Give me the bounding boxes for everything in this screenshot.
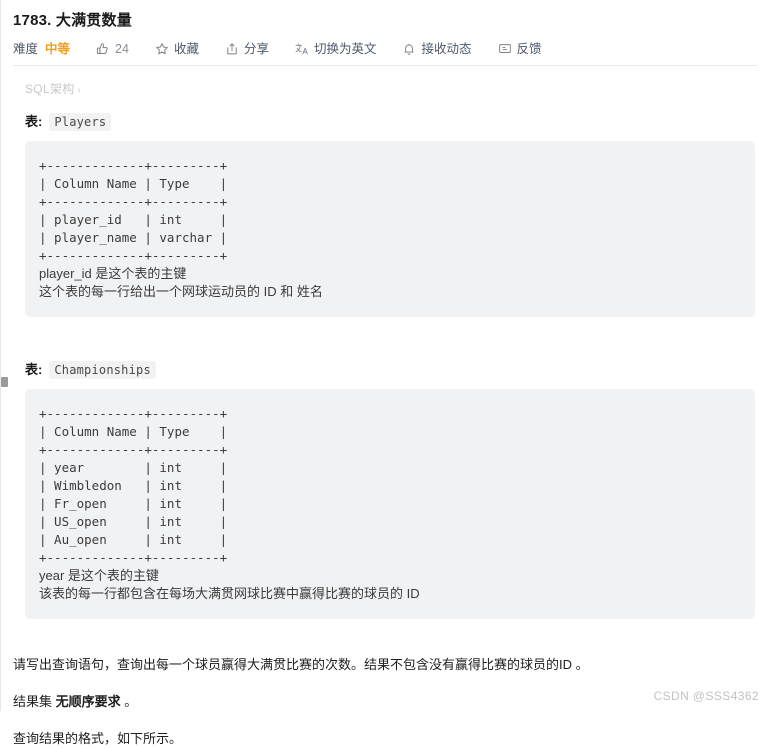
share-icon <box>225 42 239 56</box>
championships-note-1: year 是这个表的主键 <box>39 568 159 583</box>
description-paragraph-3: 查询结果的格式，如下所示。 <box>13 731 183 746</box>
feedback-button[interactable]: 反馈 <box>498 41 542 57</box>
subscribe-label: 接收动态 <box>421 41 472 56</box>
bell-icon <box>402 42 416 56</box>
difficulty-indicator: 难度 中等 <box>13 41 70 57</box>
feedback-icon <box>498 42 512 56</box>
like-button[interactable]: 24 <box>96 41 129 57</box>
table-word: 表 <box>25 114 39 129</box>
chevron-right-icon: › <box>77 85 82 96</box>
table-name-championships: Championships <box>49 361 156 379</box>
watermark: CSDN @SSS4362 <box>653 689 759 703</box>
description-paragraph-1: 请写出查询语句，查询出每一个球员赢得大满贯比赛的次数。结果不包含没有赢得比赛的球… <box>13 657 589 672</box>
difficulty-label: 难度 <box>13 41 39 56</box>
order-note-emphasis: 无顺序要求 <box>55 694 121 709</box>
table-label-players: 表: Players <box>1 97 771 131</box>
sql-schema-label: SQL架构 <box>25 82 75 96</box>
table-colon: : <box>38 362 43 377</box>
order-note-suffix: 。 <box>120 694 138 709</box>
translate-label: 切换为英文 <box>313 41 377 56</box>
favorite-label: 收藏 <box>173 41 199 56</box>
share-label: 分享 <box>243 41 269 56</box>
schema-codeblock-championships: +-------------+---------+ | Column Name … <box>25 389 755 619</box>
table-name-players: Players <box>49 113 112 131</box>
problem-page: 1783. 大满贯数量 难度 中等 24 收藏 分享 切换为英文 接收动态 反馈… <box>0 0 771 746</box>
table-label-championships: 表: Championships <box>1 345 771 379</box>
problem-toolbar: 难度 中等 24 收藏 分享 切换为英文 接收动态 反馈 <box>1 31 771 57</box>
scroll-handle[interactable] <box>1 377 8 387</box>
share-button[interactable]: 分享 <box>225 41 269 57</box>
table-colon: : <box>38 114 43 129</box>
like-count: 24 <box>115 41 129 56</box>
thumbs-up-icon <box>96 42 110 56</box>
schema-codeblock-players: +-------------+---------+ | Column Name … <box>25 141 755 317</box>
description-paragraph-2: 结果集 无顺序要求 。 <box>13 692 755 712</box>
feedback-label: 反馈 <box>516 41 542 56</box>
star-icon <box>155 42 169 56</box>
players-note-1: player_id 是这个表的主键 <box>39 266 187 281</box>
players-ascii-table: +-------------+---------+ | Column Name … <box>39 158 228 263</box>
championships-ascii-table: +-------------+---------+ | Column Name … <box>39 406 228 565</box>
favorite-button[interactable]: 收藏 <box>155 41 199 57</box>
page-title: 1783. 大满贯数量 <box>13 12 132 29</box>
players-note-2: 这个表的每一行给出一个网球运动员的 ID 和 姓名 <box>39 284 323 299</box>
translate-icon <box>295 42 309 56</box>
championships-note-2: 该表的每一行都包含在每场大满贯网球比赛中赢得比赛的球员的 ID <box>39 586 420 601</box>
difficulty-value: 中等 <box>45 41 71 56</box>
order-note-prefix: 结果集 <box>13 694 56 709</box>
subscribe-button[interactable]: 接收动态 <box>402 41 472 57</box>
translate-button[interactable]: 切换为英文 <box>295 41 377 57</box>
table-word: 表 <box>25 362 39 377</box>
sql-schema-toggle[interactable]: SQL架构 › <box>1 66 771 97</box>
